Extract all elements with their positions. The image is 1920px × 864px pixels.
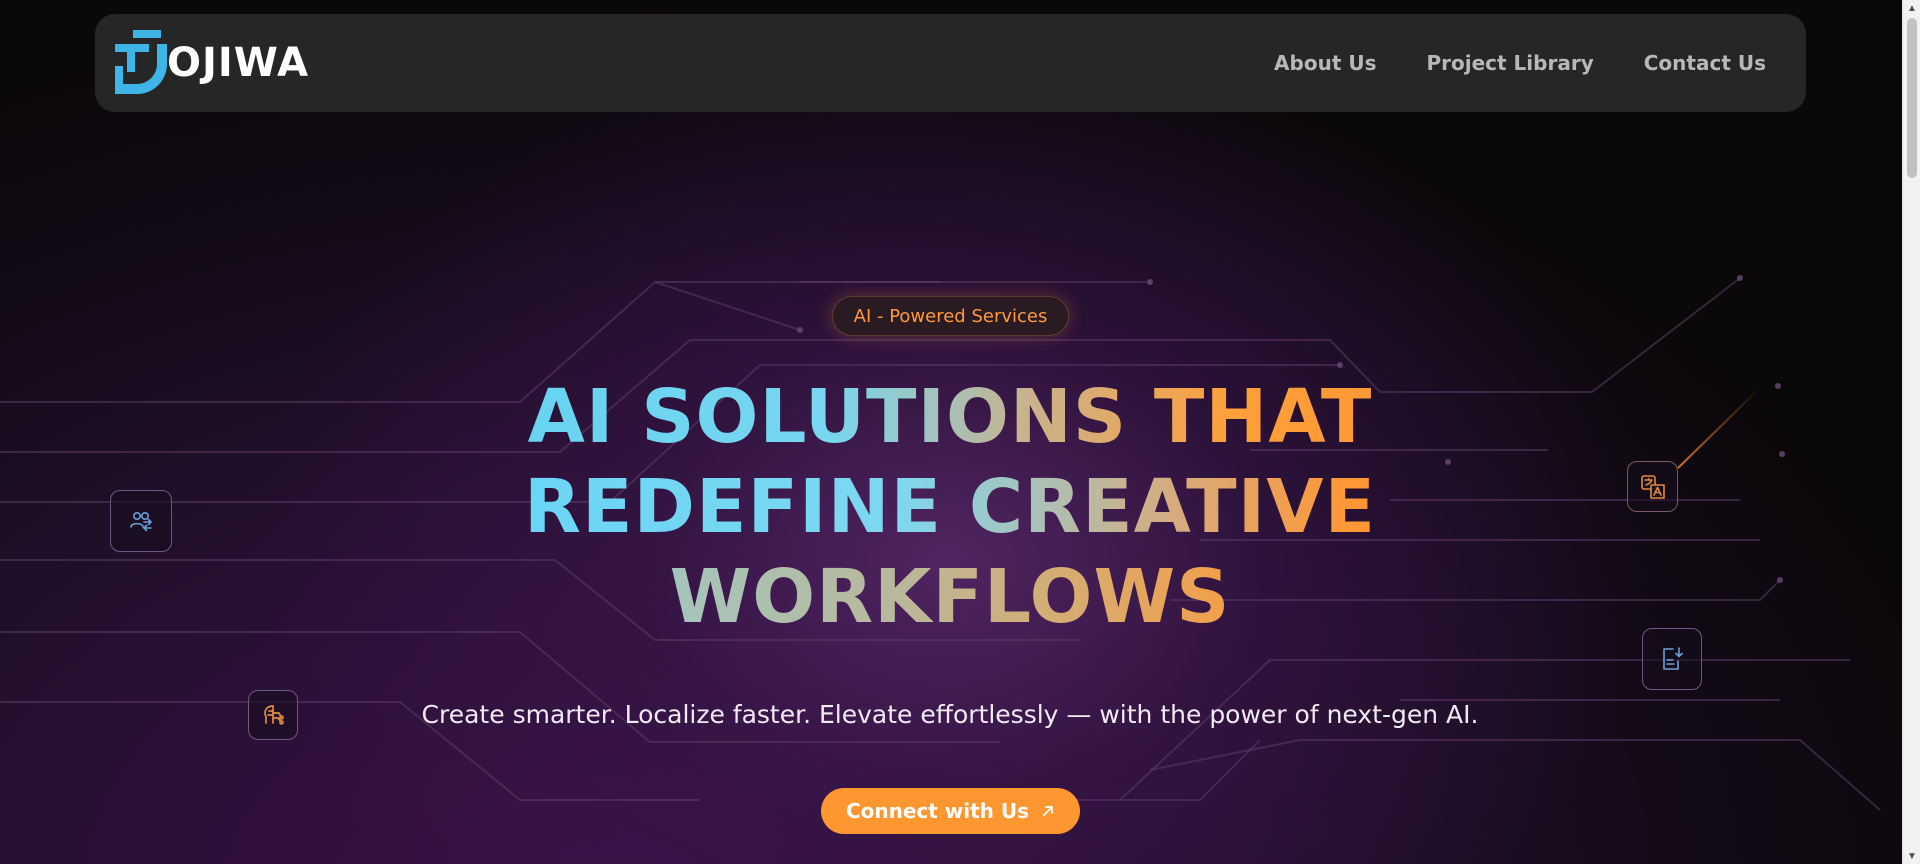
services-badge: AI - Powered Services [832, 296, 1069, 336]
logo-mark-icon [115, 30, 167, 94]
brand-logo[interactable]: OJIWA [109, 22, 309, 102]
document-download-node [1642, 628, 1702, 690]
cta-label: Connect with Us [845, 799, 1030, 823]
nav-project-library[interactable]: Project Library [1427, 51, 1594, 75]
connect-with-us-button[interactable]: Connect with Us [821, 788, 1080, 834]
hero-subtitle: Create smarter. Localize faster. Elevate… [421, 700, 1479, 729]
nav-contact-us[interactable]: Contact Us [1644, 51, 1766, 75]
brain-circuit-icon [264, 705, 284, 725]
scroll-up-arrow-icon[interactable]: ▲ [1903, 0, 1920, 16]
brain-circuit-node [248, 690, 298, 740]
document-download-icon [1663, 647, 1683, 670]
brand-name: OJIWA [167, 40, 310, 86]
people-exchange-icon [130, 512, 153, 532]
translate-icon [1640, 474, 1665, 499]
scrollbar-thumb[interactable] [1907, 18, 1917, 178]
headline-line-1: AI SOLUTIONS THAT [450, 372, 1450, 462]
nav-about-us[interactable]: About Us [1274, 51, 1376, 75]
people-exchange-node [110, 490, 172, 552]
headline-line-2: REDEFINE CREATIVE [450, 462, 1450, 552]
hero-headline: AI SOLUTIONS THAT REDEFINE CREATIVE WORK… [450, 372, 1450, 642]
arrow-up-right-icon [1043, 806, 1053, 816]
vertical-scrollbar[interactable]: ▲ ▼ [1902, 0, 1920, 864]
headline-line-3: WORKFLOWS [450, 552, 1450, 642]
top-navbar: OJIWA About Us Project Library Contact U… [95, 14, 1806, 112]
translate-node [1627, 461, 1678, 512]
page-viewport: OJIWA About Us Project Library Contact U… [0, 0, 1902, 864]
main-nav: About Us Project Library Contact Us [1274, 14, 1766, 112]
scroll-down-arrow-icon[interactable]: ▼ [1903, 848, 1920, 864]
